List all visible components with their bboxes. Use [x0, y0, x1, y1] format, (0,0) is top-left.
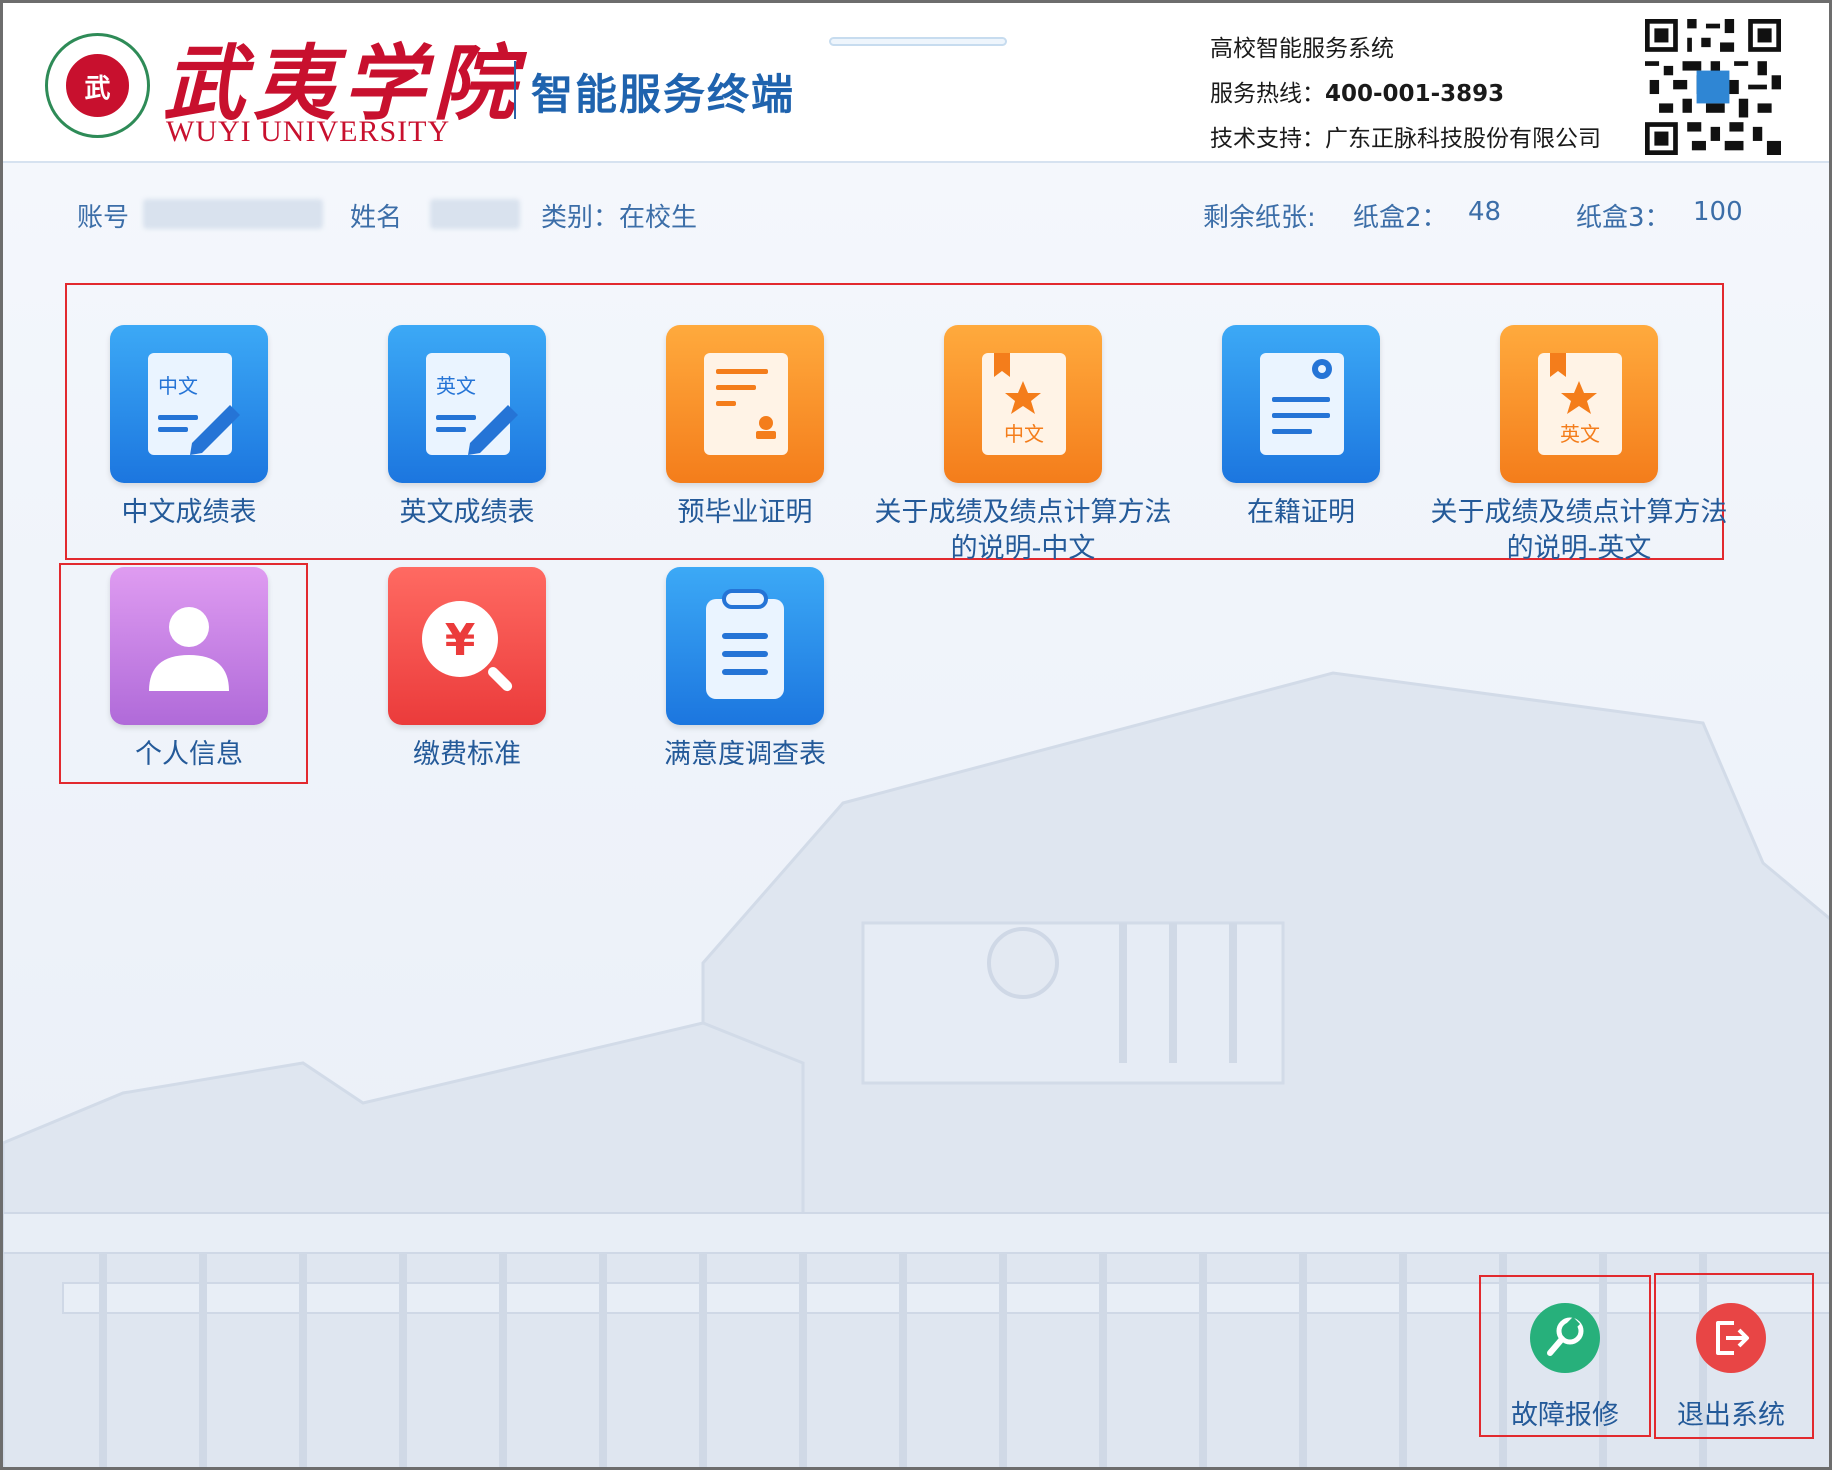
tile-label: 缴费标准 — [413, 739, 521, 770]
tile-label: 关于成绩及绩点计算方法的说明-英文 — [1430, 497, 1728, 564]
repair-button[interactable]: 故障报修 — [1485, 1303, 1645, 1443]
tile-label: 中文成绩表 — [121, 497, 257, 528]
gpa-explanation-en-icon: 英文 — [1500, 325, 1658, 483]
fee-search-icon: ¥ — [388, 567, 546, 725]
enrollment-certificate-icon — [1222, 325, 1380, 483]
service-info: 高校智能服务系统 服务热线：400-001-3893 技术支持：广东正脉科技股份… — [1210, 27, 1601, 162]
category-label: 类别：在校生 — [541, 203, 698, 233]
tile-satisfaction-survey[interactable]: 满意度调查表 — [606, 567, 884, 807]
tile-label: 关于成绩及绩点计算方法的说明-中文 — [874, 497, 1172, 564]
hotline: 服务热线：400-001-3893 — [1210, 81, 1505, 107]
header-divider — [514, 61, 516, 119]
tile-gpa-explanation-cn[interactable]: 中文 关于成绩及绩点计算方法的说明-中文 — [875, 325, 1172, 565]
account-value-redacted — [143, 199, 323, 229]
exit-label: 退出系统 — [1677, 1400, 1785, 1431]
tile-english-transcript[interactable]: 英文 英文成绩表 — [328, 325, 606, 565]
repair-label: 故障报修 — [1511, 1400, 1619, 1431]
tile-label: 个人信息 — [135, 739, 243, 770]
top-handle-bar — [829, 37, 1007, 46]
svg-text:中文: 中文 — [158, 374, 198, 398]
tile-personal-info[interactable]: 个人信息 — [50, 567, 328, 807]
gpa-explanation-cn-icon: 中文 — [944, 325, 1102, 483]
svg-text:英文: 英文 — [436, 374, 476, 398]
chinese-transcript-icon: 中文 — [110, 325, 268, 483]
svg-text:中文: 中文 — [1004, 422, 1044, 446]
certificate-stamp-icon — [666, 325, 824, 483]
exit-button[interactable]: 退出系统 — [1651, 1303, 1811, 1443]
account-label: 账号 — [77, 203, 130, 233]
clipboard-icon — [666, 567, 824, 725]
wrench-icon — [1530, 1303, 1600, 1373]
university-name-en: WUYI UNIVERSITY — [166, 115, 451, 148]
tile-label: 预毕业证明 — [677, 497, 813, 528]
tile-enrollment-certificate[interactable]: 在籍证明 — [1162, 325, 1440, 565]
terminal-title: 智能服务终端 — [531, 70, 796, 119]
name-value-redacted — [430, 199, 520, 229]
svg-text:英文: 英文 — [1560, 422, 1600, 446]
english-transcript-icon: 英文 — [388, 325, 546, 483]
tile-pre-graduation-certificate[interactable]: 预毕业证明 — [606, 325, 884, 565]
name-label: 姓名 — [350, 203, 403, 233]
paper-remaining-label: 剩余纸张: — [1203, 203, 1316, 233]
qr-code-icon — [1644, 19, 1782, 155]
paper-box3-value: 100 — [1693, 197, 1743, 227]
tile-gpa-explanation-en[interactable]: 英文 关于成绩及绩点计算方法的说明-英文 — [1431, 325, 1728, 565]
system-name: 高校智能服务系统 — [1210, 36, 1394, 62]
app-window: 武 武夷学院 WUYI UNIVERSITY 智能服务终端 高校智能服务系统 服… — [0, 0, 1832, 1470]
tech-support: 技术支持：广东正脉科技股份有限公司 — [1210, 126, 1601, 152]
header: 武 武夷学院 WUYI UNIVERSITY 智能服务终端 高校智能服务系统 服… — [3, 3, 1829, 163]
tile-label: 在籍证明 — [1247, 497, 1355, 528]
tile-label: 满意度调查表 — [664, 739, 826, 770]
svg-text:¥: ¥ — [445, 615, 476, 666]
paper-box2-value: 48 — [1468, 197, 1502, 227]
tile-label: 英文成绩表 — [399, 497, 535, 528]
logout-icon — [1696, 1303, 1766, 1373]
user-profile-icon — [110, 567, 268, 725]
paper-box3-label: 纸盒3： — [1576, 203, 1671, 233]
paper-box2-label: 纸盒2： — [1353, 203, 1448, 233]
tile-fee-standards[interactable]: ¥ 缴费标准 — [328, 567, 606, 807]
user-info-bar: 账号 姓名 类别：在校生 剩余纸张: 纸盒2： 48 纸盒3： 100 — [3, 193, 1829, 237]
tile-chinese-transcript[interactable]: 中文 中文成绩表 — [50, 325, 328, 565]
university-seal-logo: 武 — [45, 33, 150, 138]
